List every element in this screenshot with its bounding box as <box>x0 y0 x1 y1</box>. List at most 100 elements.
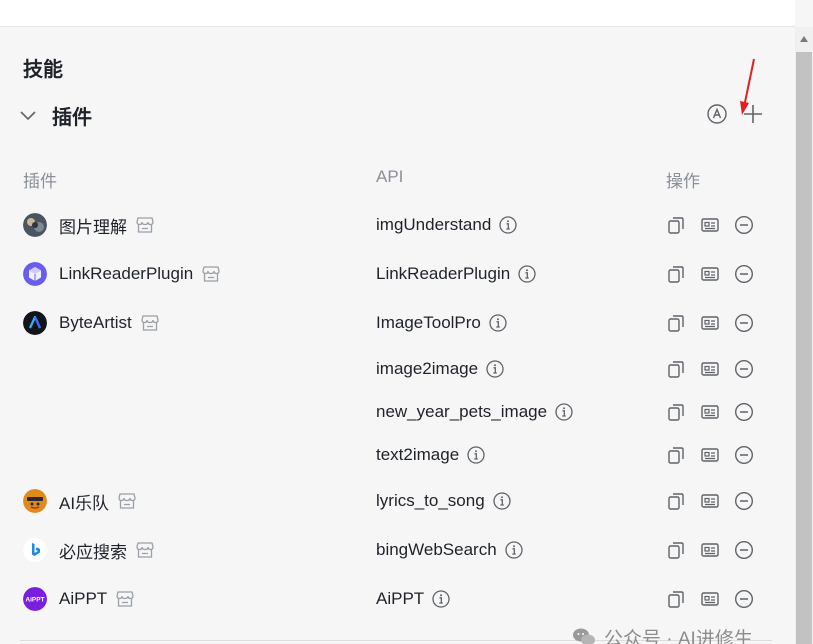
card-icon[interactable] <box>700 359 720 379</box>
info-icon[interactable] <box>505 541 523 559</box>
table-row: AI乐队 lyrics_to_song <box>0 486 795 516</box>
ops-cell <box>666 354 754 384</box>
remove-icon[interactable] <box>734 359 754 379</box>
table-row: LinkReaderPlugin LinkReaderPlugin <box>0 259 795 289</box>
store-icon[interactable] <box>117 492 137 510</box>
auto-mode-icon[interactable] <box>706 103 728 125</box>
bing-avatar <box>23 538 47 562</box>
api-name: text2image <box>376 445 460 464</box>
column-header-ops: 操作 <box>666 172 700 191</box>
store-icon[interactable] <box>140 314 160 332</box>
plugin-cell: LinkReaderPlugin <box>23 259 221 289</box>
copy-icon[interactable] <box>666 313 686 333</box>
card-icon[interactable] <box>700 402 720 422</box>
remove-icon[interactable] <box>734 445 754 465</box>
api-cell: imgUnderstand <box>376 210 517 240</box>
ops-cell <box>666 584 754 614</box>
photo-avatar <box>23 213 47 237</box>
table-row: 必应搜索 bingWebSearch <box>0 535 795 565</box>
plugin-cell: ByteArtist <box>23 308 160 338</box>
api-cell: LinkReaderPlugin <box>376 259 536 289</box>
skills-panel: 技能 插件 插件 API 操作 图片理解 imgUnderstand LinkR… <box>0 27 795 644</box>
info-icon[interactable] <box>518 265 536 283</box>
add-plugin-icon[interactable] <box>742 103 764 125</box>
cube-avatar <box>23 262 47 286</box>
plugin-cell: 必应搜索 <box>23 535 155 565</box>
copy-icon[interactable] <box>666 491 686 511</box>
card-icon[interactable] <box>700 540 720 560</box>
band-avatar <box>23 489 47 513</box>
plugin-name: 必应搜索 <box>59 542 127 562</box>
section-title: 技能 <box>23 59 63 81</box>
remove-icon[interactable] <box>734 313 754 333</box>
card-icon[interactable] <box>700 491 720 511</box>
table-row: ByteArtist ImageToolPro <box>0 308 795 338</box>
watermark-text: 公众号 · AI进修生 <box>604 628 753 644</box>
table-row: text2image <box>0 440 795 470</box>
aippt-avatar-label: AiPPT <box>25 597 44 604</box>
api-cell: bingWebSearch <box>376 535 523 565</box>
store-icon[interactable] <box>135 216 155 234</box>
plugin-cell: AiPPT AiPPT <box>23 584 135 614</box>
card-icon[interactable] <box>700 215 720 235</box>
store-icon[interactable] <box>135 541 155 559</box>
plugins-collapse-header[interactable]: 插件 <box>18 99 778 131</box>
card-icon[interactable] <box>700 445 720 465</box>
api-name: bingWebSearch <box>376 540 497 559</box>
copy-icon[interactable] <box>666 445 686 465</box>
copy-icon[interactable] <box>666 589 686 609</box>
api-name: AiPPT <box>376 589 425 608</box>
api-name: new_year_pets_image <box>376 402 548 421</box>
plugin-name: AiPPT <box>59 589 108 608</box>
remove-icon[interactable] <box>734 264 754 284</box>
table-row: image2image <box>0 354 795 384</box>
info-icon[interactable] <box>467 446 485 464</box>
remove-icon[interactable] <box>734 491 754 511</box>
info-icon[interactable] <box>489 314 507 332</box>
api-name: image2image <box>376 359 479 378</box>
copy-icon[interactable] <box>666 215 686 235</box>
ops-cell <box>666 210 754 240</box>
remove-icon[interactable] <box>734 589 754 609</box>
api-cell: AiPPT <box>376 584 450 614</box>
remove-icon[interactable] <box>734 540 754 560</box>
api-name: LinkReaderPlugin <box>376 264 511 283</box>
watermark: 公众号 · AI进修生 <box>572 624 753 644</box>
chevron-down-icon[interactable] <box>18 105 38 125</box>
api-name: imgUnderstand <box>376 215 492 234</box>
table-row: new_year_pets_image <box>0 397 795 427</box>
plugin-cell: AI乐队 <box>23 486 137 516</box>
copy-icon[interactable] <box>666 359 686 379</box>
plugins-title: 插件 <box>52 106 92 129</box>
ops-cell <box>666 259 754 289</box>
remove-icon[interactable] <box>734 215 754 235</box>
plugins-header-actions <box>706 103 764 125</box>
ops-cell <box>666 486 754 516</box>
info-icon[interactable] <box>493 492 511 510</box>
info-icon[interactable] <box>432 590 450 608</box>
info-icon[interactable] <box>499 216 517 234</box>
card-icon[interactable] <box>700 264 720 284</box>
plugin-name: LinkReaderPlugin <box>59 264 194 283</box>
scroll-thumb[interactable] <box>796 52 812 644</box>
copy-icon[interactable] <box>666 264 686 284</box>
info-icon[interactable] <box>555 403 573 421</box>
copy-icon[interactable] <box>666 540 686 560</box>
copy-icon[interactable] <box>666 402 686 422</box>
card-icon[interactable] <box>700 589 720 609</box>
remove-icon[interactable] <box>734 402 754 422</box>
table-row: 图片理解 imgUnderstand <box>0 210 795 240</box>
api-cell: new_year_pets_image <box>376 397 573 427</box>
api-name: lyrics_to_song <box>376 491 485 510</box>
store-icon[interactable] <box>115 590 135 608</box>
scroll-up-button[interactable] <box>795 27 813 51</box>
plugin-name: AI乐队 <box>59 493 110 513</box>
vertical-scrollbar[interactable] <box>795 27 813 644</box>
wechat-icon <box>572 626 596 644</box>
byteartist-avatar <box>23 311 47 335</box>
store-icon[interactable] <box>201 265 221 283</box>
table-row: AiPPT AiPPT AiPPT <box>0 584 795 614</box>
card-icon[interactable] <box>700 313 720 333</box>
ops-cell <box>666 535 754 565</box>
info-icon[interactable] <box>486 360 504 378</box>
